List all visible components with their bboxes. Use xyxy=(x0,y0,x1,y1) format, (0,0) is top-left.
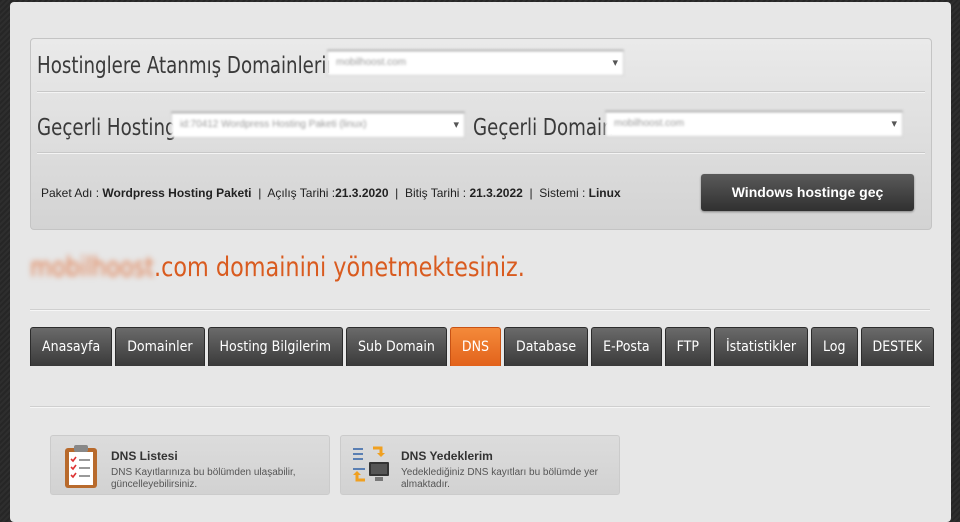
domain-name: mobilhoost xyxy=(30,252,154,283)
main-nav-tabs: Anasayfa Domainler Hosting Bilgilerim Su… xyxy=(30,327,935,367)
tab-database[interactable]: Database xyxy=(504,327,589,366)
dns-backups-card[interactable]: DNS Yedeklerim Yedeklediğiniz DNS kayıtl… xyxy=(340,435,620,495)
tab-destek[interactable]: DESTEK xyxy=(860,327,935,366)
current-hosting-label: Geçerli Hosting xyxy=(37,115,177,141)
title-text: .com domainini yönetmektesiniz. xyxy=(153,252,525,283)
tab-dns[interactable]: DNS xyxy=(449,327,501,366)
windows-hosting-switch-button[interactable]: Windows hostinge geç xyxy=(701,174,914,211)
current-domain-label: Geçerli Domain xyxy=(473,115,614,141)
hosting-selection-box: Hostinglere Atanmış Domainlerim mobilhoo… xyxy=(30,38,932,230)
tab-domainler[interactable]: Domainler xyxy=(115,327,205,366)
chevron-down-icon: ▾ xyxy=(453,119,459,131)
end-date-value: 21.3.2022 xyxy=(469,186,523,200)
tab-istatistikler[interactable]: İstatistikler xyxy=(713,327,809,366)
tab-hosting-bilgilerim[interactable]: Hosting Bilgilerim xyxy=(207,327,344,366)
system-value: Linux xyxy=(588,186,621,200)
card-title: DNS Listesi xyxy=(111,449,178,463)
open-date-value: 21.3.2020 xyxy=(335,186,389,200)
assigned-domain-select-value: mobilhoost.com xyxy=(327,50,624,76)
clipboard-list-icon xyxy=(65,445,97,488)
dns-list-card[interactable]: DNS Listesi DNS Kayıtlarınıza bu bölümde… xyxy=(50,435,330,495)
chevron-down-icon: ▾ xyxy=(612,57,618,69)
system-label: | Sistemi : xyxy=(522,186,589,200)
tab-ftp[interactable]: FTP xyxy=(664,327,711,366)
divider xyxy=(30,406,930,408)
chevron-down-icon: ▾ xyxy=(891,118,897,130)
tab-anasayfa[interactable]: Anasayfa xyxy=(30,327,113,366)
hosting-select-value: id:70412 Wordpress Hosting Paketi (linux… xyxy=(171,112,465,138)
assigned-domain-select[interactable]: mobilhoost.com ▾ xyxy=(327,50,624,78)
divider xyxy=(30,309,930,311)
card-description: DNS Kayıtlarınıza bu bölümden ulaşabilir… xyxy=(111,467,296,490)
assigned-domains-label: Hostinglere Atanmış Domainlerim xyxy=(37,53,345,79)
package-label: Paket Adı : xyxy=(41,186,103,200)
package-value: Wordpress Hosting Paketi xyxy=(102,186,252,200)
divider xyxy=(37,152,925,154)
domain-select[interactable]: mobilhoost.com ▾ xyxy=(605,111,903,139)
card-description: Yedeklediğiniz DNS kayıtları bu bölümde … xyxy=(401,467,598,490)
package-info: Paket Adı : Wordpress Hosting Paketi | A… xyxy=(41,186,621,200)
server-backup-icon xyxy=(353,446,389,482)
divider xyxy=(37,91,925,93)
tab-sub-domain[interactable]: Sub Domain xyxy=(346,327,447,366)
domain-select-value: mobilhoost.com xyxy=(605,111,903,137)
tab-e-posta[interactable]: E-Posta xyxy=(591,327,662,366)
card-title: DNS Yedeklerim xyxy=(401,449,493,463)
end-date-label: | Bitiş Tarihi : xyxy=(388,186,470,200)
open-date-label: | Açılış Tarihi : xyxy=(251,186,336,200)
hosting-select[interactable]: id:70412 Wordpress Hosting Paketi (linux… xyxy=(171,112,465,138)
page-panel: Hostinglere Atanmış Domainlerim mobilhoo… xyxy=(10,2,951,522)
page-title: mobilhoost.com domainini yönetmektesiniz… xyxy=(30,252,525,283)
tab-log[interactable]: Log xyxy=(811,327,858,366)
